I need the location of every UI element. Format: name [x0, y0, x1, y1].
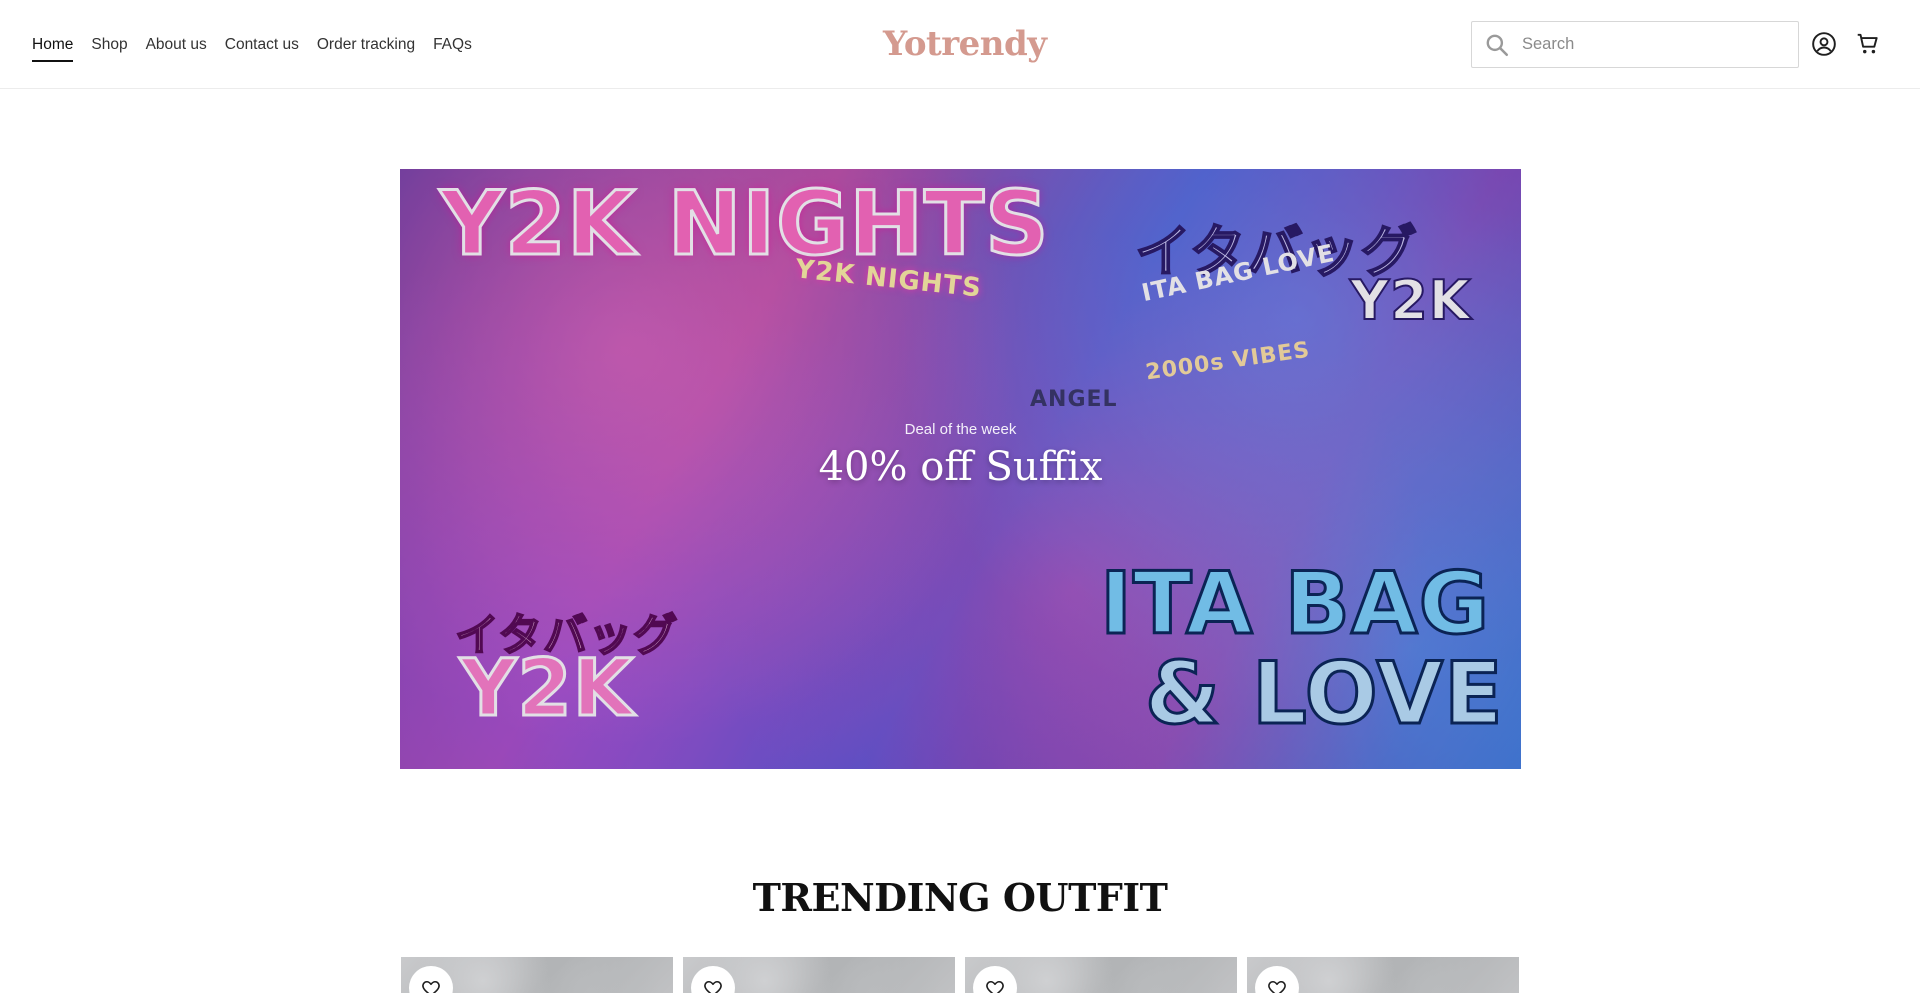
- nav-contact-us[interactable]: Contact us: [225, 35, 299, 55]
- main-nav: Home Shop About us Contact us Order trac…: [32, 0, 472, 89]
- heart-icon[interactable]: [409, 966, 453, 993]
- product-card[interactable]: [965, 957, 1237, 993]
- hero-eyebrow: Deal of the week: [904, 421, 1017, 438]
- nav-about-us[interactable]: About us: [146, 35, 207, 55]
- nav-order-tracking[interactable]: Order tracking: [317, 35, 415, 55]
- heart-icon[interactable]: [1255, 966, 1299, 993]
- search-input[interactable]: [1522, 24, 1782, 65]
- cart-icon[interactable]: [1853, 29, 1883, 59]
- trending-title: TRENDING OUTFIT: [752, 875, 1168, 920]
- heart-icon[interactable]: [973, 966, 1017, 993]
- hero-headline: 40% off Suffix: [818, 444, 1103, 490]
- search-box: [1471, 21, 1799, 68]
- brand-logo[interactable]: Yotrendy: [883, 22, 1047, 66]
- heart-icon[interactable]: [691, 966, 735, 993]
- site-header: Home Shop About us Contact us Order trac…: [0, 0, 1920, 89]
- nav-home[interactable]: Home: [32, 35, 74, 62]
- nav-shop[interactable]: Shop: [91, 35, 127, 55]
- hero-banner[interactable]: Y2K NIGHTS イタバッグ Y2K ITA BAG & LOVE イタバッ…: [400, 169, 1521, 769]
- product-card[interactable]: [401, 957, 673, 993]
- search-icon[interactable]: [1472, 22, 1522, 67]
- product-card[interactable]: [683, 957, 955, 993]
- nav-faqs[interactable]: FAQs: [433, 35, 472, 55]
- product-card[interactable]: [1247, 957, 1519, 993]
- account-icon[interactable]: [1809, 29, 1839, 59]
